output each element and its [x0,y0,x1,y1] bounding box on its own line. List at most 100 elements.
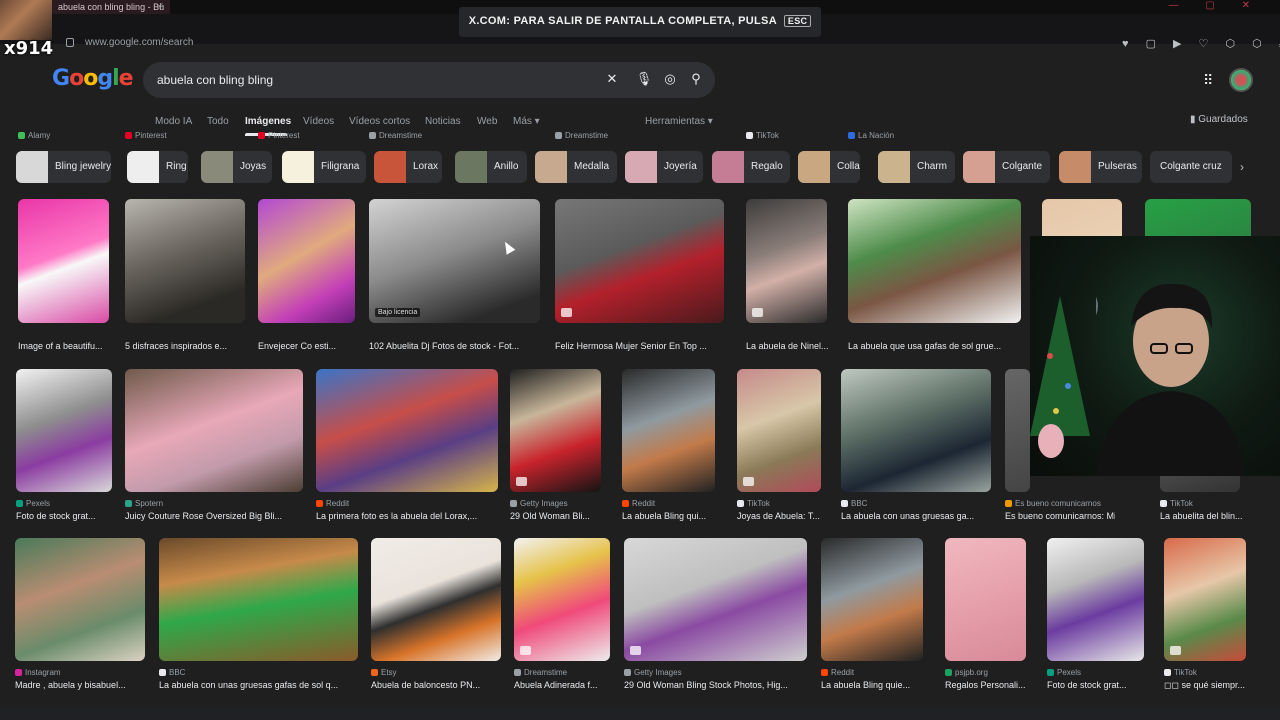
result-thumbnail[interactable] [510,369,601,492]
result-source-line[interactable]: BBC [159,668,185,677]
result-thumbnail[interactable] [15,538,145,661]
result-thumbnail[interactable] [18,199,109,323]
result-source-line[interactable]: Pinterest [125,131,167,140]
tab-mas[interactable]: Más ▾ [513,116,540,127]
extension-icons[interactable]: ♥ ▢ ▶ ♡ ⬡ ⬡ ⤓ ☰ [1122,37,1280,51]
result-caption[interactable]: Regalos Personali... [945,680,1026,690]
result-caption[interactable]: 29 Old Woman Bli... [510,511,590,521]
tab-videos-cortos[interactable]: Vídeos cortos [349,116,410,127]
tab-videos[interactable]: Vídeos [303,116,334,127]
result-source-line[interactable]: Spotern [125,499,163,508]
result-thumbnail[interactable] [125,199,245,323]
result-caption[interactable]: Foto de stock grat... [1047,680,1127,690]
result-source-line[interactable]: Es bueno comunicarnos [1005,499,1101,508]
result-caption[interactable]: Abuela de baloncesto PN... [371,680,480,690]
result-thumbnail[interactable] [737,369,821,492]
result-thumbnail[interactable] [1005,369,1030,492]
profile-avatar[interactable] [1229,68,1253,92]
result-thumbnail[interactable] [258,199,355,323]
search-box[interactable]: abuela con bling bling ✕ 🎙 ◎ ⚲ [143,62,715,98]
chip-ring[interactable]: Ring [127,151,188,183]
result-thumbnail[interactable] [514,538,610,661]
result-source-line[interactable]: Reddit [821,668,854,677]
tab-web[interactable]: Web [477,116,497,127]
chevron-right-icon[interactable]: › [1240,160,1244,174]
result-caption[interactable]: 102 Abuelita Dj Fotos de stock - Fot... [369,341,519,351]
result-thumbnail[interactable] [16,369,112,492]
result-thumbnail[interactable]: Bajo licencia [369,199,540,323]
new-tab-button[interactable]: + [157,0,164,13]
result-thumbnail[interactable] [841,369,991,492]
clear-icon[interactable]: ✕ [603,71,621,89]
chip-anillo[interactable]: Anillo [455,151,527,183]
result-caption[interactable]: Image of a beautifu... [18,341,103,351]
result-caption[interactable]: La abuela Bling quie... [821,680,910,690]
result-thumbnail[interactable] [125,369,303,492]
result-source-line[interactable]: Reddit [622,499,655,508]
result-caption[interactable]: Foto de stock grat... [16,511,96,521]
result-source-line[interactable]: Etsy [371,668,397,677]
result-caption[interactable]: Es bueno comunicarnos: Mi ... [1005,511,1115,521]
result-source-line[interactable]: La Nación [848,131,894,140]
result-thumbnail[interactable] [555,199,724,323]
tab-noticias[interactable]: Noticias [425,116,461,127]
result-caption[interactable]: La abuela Bling qui... [622,511,706,521]
result-caption[interactable]: La abuela que usa gafas de sol grue... [848,341,1001,351]
chip-filigrana[interactable]: Filigrana [282,151,366,183]
result-thumbnail[interactable] [848,199,1021,323]
result-source-line[interactable]: TikTok [1164,668,1197,677]
result-thumbnail[interactable] [1164,538,1246,661]
tab-todo[interactable]: Todo [207,116,229,127]
lens-icon[interactable]: ◎ [661,71,679,89]
result-caption[interactable]: La abuela con unas gruesas ga... [841,511,974,521]
result-thumbnail[interactable] [622,369,715,492]
result-caption[interactable]: ◻◻ se qué siempr... [1164,680,1245,691]
result-source-line[interactable]: Dreamstime [555,131,608,140]
result-source-line[interactable]: psjpb.org [945,668,988,677]
result-caption[interactable]: 5 disfraces inspirados e... [125,341,227,351]
result-caption[interactable]: Envejecer Co esti... [258,341,336,351]
result-source-line[interactable]: Pexels [16,499,50,508]
chip-medalla[interactable]: Medalla [535,151,617,183]
tools-button[interactable]: Herramientas ▾ [645,116,713,127]
result-source-line[interactable]: Pinterest [258,131,300,140]
search-icon[interactable]: ⚲ [687,71,705,89]
microphone-icon[interactable]: 🎙 [635,71,653,89]
chip-joyería[interactable]: Joyería [625,151,703,183]
result-thumbnail[interactable] [945,538,1026,661]
chip-joyas[interactable]: Joyas [201,151,272,183]
result-source-line[interactable]: Instagram [15,668,61,677]
result-caption[interactable]: La abuela de Ninel... [746,341,829,351]
result-source-line[interactable]: TikTok [1160,499,1193,508]
result-source-line[interactable]: TikTok [737,499,770,508]
result-caption[interactable]: Feliz Hermosa Mujer Senior En Top ... [555,341,707,351]
google-logo[interactable]: Google [52,66,134,91]
chip-colgante[interactable]: Colgante [963,151,1050,183]
tab-modo-ia[interactable]: Modo IA [155,116,192,127]
result-source-line[interactable]: TikTok [746,131,779,140]
result-source-line[interactable]: Getty Images [624,668,682,677]
result-caption[interactable]: Joyas de Abuela: T... [737,511,820,521]
apps-grid-icon[interactable]: ⠿ [1203,72,1213,89]
result-thumbnail[interactable] [1047,538,1144,661]
search-input[interactable]: abuela con bling bling [157,73,273,87]
window-controls[interactable]: — ▢ ✕ [1169,0,1262,11]
result-thumbnail[interactable] [371,538,501,661]
tab-imagenes[interactable]: Imágenes [245,116,291,127]
result-source-line[interactable]: Pexels [1047,668,1081,677]
result-thumbnail[interactable] [316,369,498,492]
chip-regalo[interactable]: Regalo [712,151,790,183]
url-text[interactable]: www.google.com/search [85,37,193,48]
result-source-line[interactable]: Dreamstime [369,131,422,140]
result-thumbnail[interactable] [624,538,807,661]
result-source-line[interactable]: Dreamstime [514,668,567,677]
chip-colgante-cruz[interactable]: Colgante cruz [1150,151,1232,183]
result-caption[interactable]: Juicy Couture Rose Oversized Big Bli... [125,511,282,521]
saved-button[interactable]: ▮ Guardados [1190,114,1248,125]
result-caption[interactable]: Madre , abuela y bisabuel... [15,680,126,690]
result-caption[interactable]: La primera foto es la abuela del Lorax,.… [316,511,477,521]
result-caption[interactable]: 29 Old Woman Bling Stock Photos, Hig... [624,680,788,690]
result-thumbnail[interactable] [159,538,358,661]
chip-bling-jewelry[interactable]: Bling jewelry [16,151,111,183]
result-caption[interactable]: La abuela con unas gruesas gafas de sol … [159,680,338,690]
